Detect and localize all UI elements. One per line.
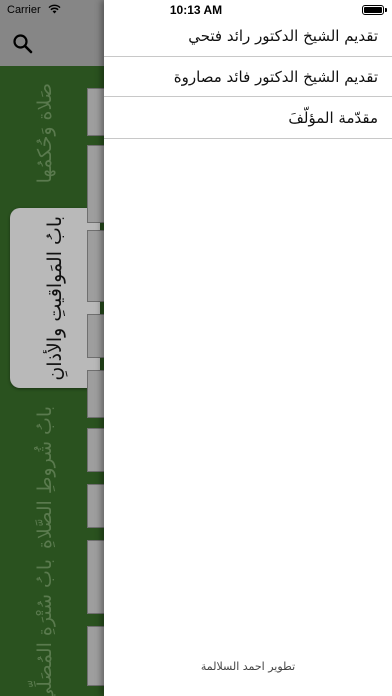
menu-item-author-intro[interactable]: مقدّمة المؤلّفَ [104,97,392,139]
developer-credit: تطوير احمد السلالمة [200,660,296,673]
chapter-shelf [87,88,104,136]
chapter-tab-label: بابُ شُروطِ الصَّلاةِ [34,405,56,550]
chapter-shelf [87,314,104,358]
status-bar: Carrier 10:13 AM [0,0,392,20]
chapter-tab-prayer[interactable]: صَلاة وَحُكمُها [0,58,90,208]
battery-icon [362,5,387,15]
chapter-shelf [87,428,104,472]
menu-item-label: تقديم الشيخ الدكتور فائد مصاروة [173,68,378,86]
chapter-tab-conditions[interactable]: بابُ شُروطِ الصَّلاةِ [0,395,90,560]
chapter-shelf [87,230,104,302]
chapter-tab-sutrah[interactable]: بابُ سُتْرَةِ المُصَلِّي [0,559,90,696]
chapter-panel: صَلاة وَحُكمُها بابُ المَواقيتِ والأذانِ… [0,0,104,696]
clock: 10:13 AM [169,3,223,17]
menu-item-label: تقديم الشيخ الدكتور رائد فتحي [188,27,378,45]
chapter-shelf [87,370,104,418]
chapter-tab-label: بابُ المَواقيتِ والأذانِ [44,215,66,381]
menu-item-intro-faed-masarwa[interactable]: تقديم الشيخ الدكتور فائد مصاروة [104,57,392,97]
chapter-shelf [87,540,104,614]
side-menu-drawer: تقديم الشيخ الدكتور رائد فتحي تقديم الشي… [104,0,392,696]
chapter-tab-label: صَلاة وَحُكمُها [34,82,56,184]
chapter-shelf [87,484,104,528]
chapter-shelf [87,145,104,223]
chapter-shelf [87,626,104,686]
search-icon[interactable] [12,33,34,55]
menu-item-intro-raed-fathi[interactable]: تقديم الشيخ الدكتور رائد فتحي [104,20,392,57]
chapter-tab-label: بابُ سُتْرَةِ المُصَلِّي [34,558,56,696]
menu-item-label: مقدّمة المؤلّفَ [288,109,378,127]
